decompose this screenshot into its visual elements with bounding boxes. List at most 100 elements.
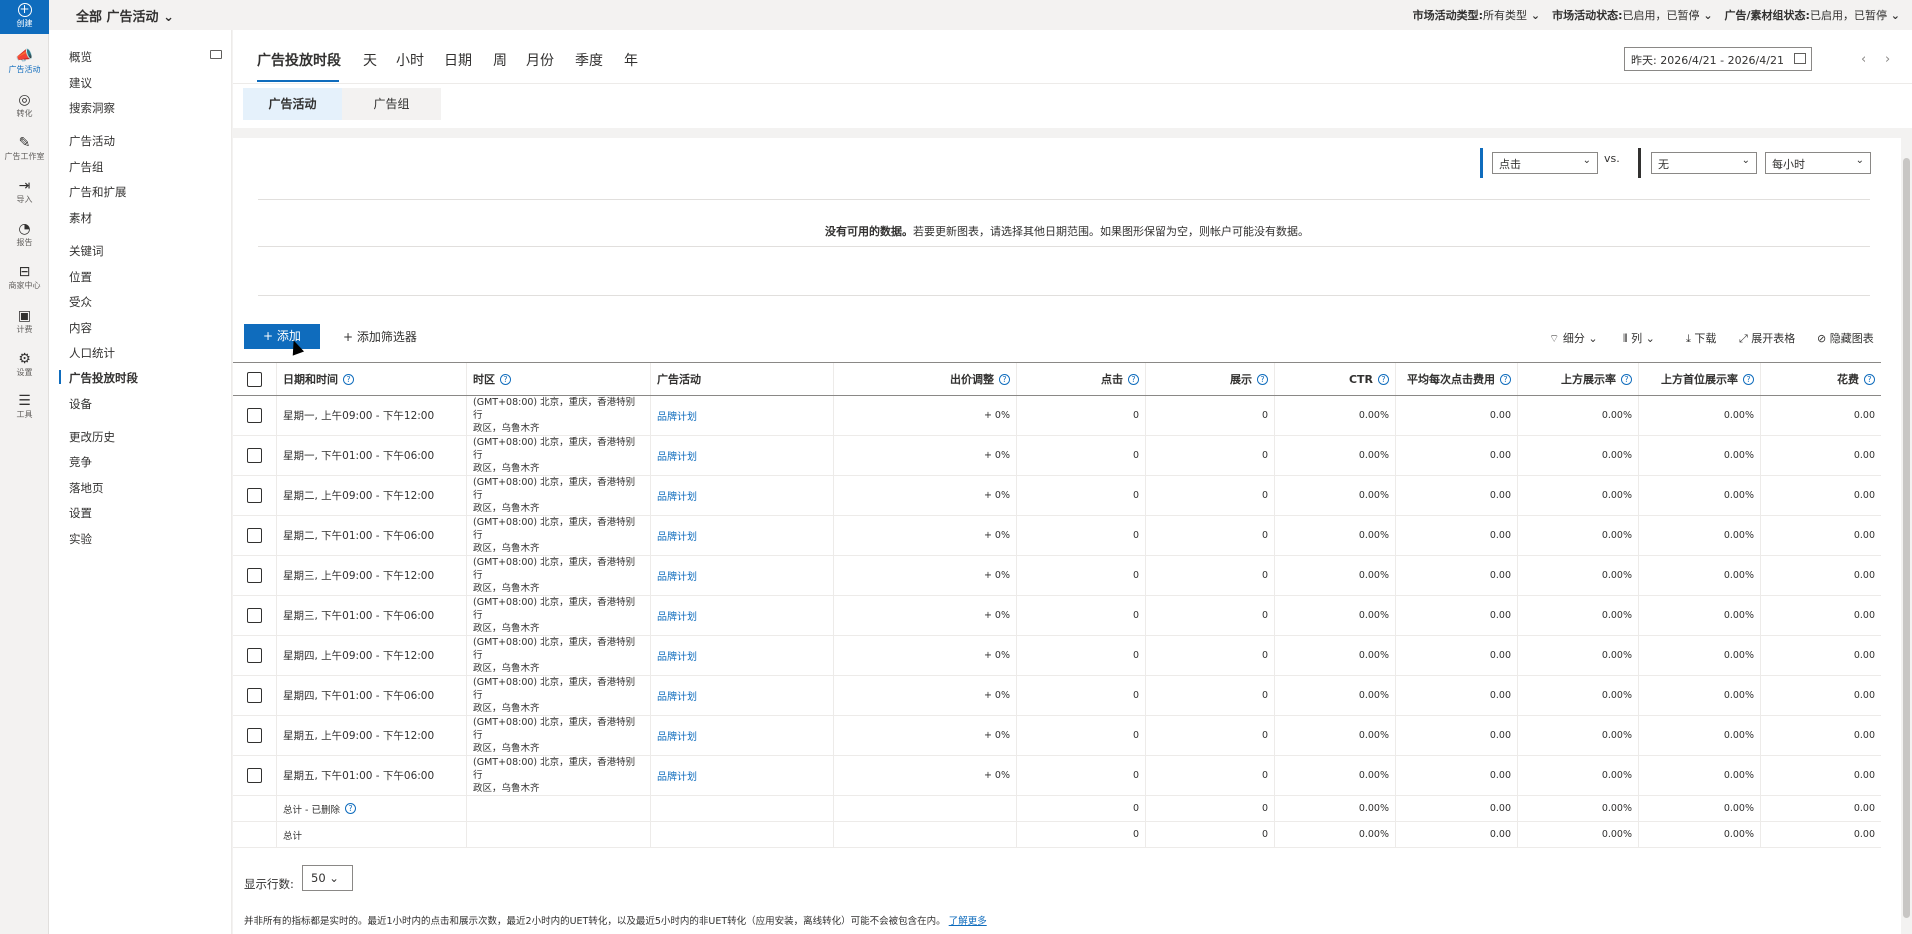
- row-checkbox[interactable]: [247, 728, 262, 743]
- row-checkbox[interactable]: [247, 688, 262, 703]
- row-checkbox[interactable]: [247, 608, 262, 623]
- campaign-link[interactable]: 品牌计划: [657, 728, 697, 743]
- row-checkbox[interactable]: [247, 768, 262, 783]
- time-tab-5[interactable]: 月份: [526, 50, 554, 70]
- table-row[interactable]: 星期五, 下午01:00 - 下午06:00 (GMT+08:00) 北京，重庆，…: [233, 756, 1881, 796]
- table-row[interactable]: 星期四, 下午01:00 - 下午06:00 (GMT+08:00) 北京，重庆，…: [233, 676, 1881, 716]
- nav-item-7[interactable]: 关键词: [69, 243, 104, 259]
- column-header-1[interactable]: 时区?: [467, 363, 651, 395]
- help-icon[interactable]: ?: [1257, 373, 1268, 385]
- column-header-8[interactable]: 上方展示率?: [1518, 363, 1639, 395]
- column-header-4[interactable]: 点击?: [1017, 363, 1146, 395]
- row-checkbox[interactable]: [247, 488, 262, 503]
- help-icon[interactable]: ?: [1864, 373, 1875, 385]
- nav-item-3[interactable]: 广告活动: [69, 133, 115, 149]
- rail-item-7[interactable]: ⚙ 设置: [0, 351, 49, 378]
- nav-item-6[interactable]: 素材: [69, 210, 92, 226]
- rail-item-1[interactable]: ◎ 转化: [0, 92, 49, 119]
- row-checkbox[interactable]: [247, 448, 262, 463]
- column-header-0[interactable]: 日期和时间?: [277, 363, 467, 395]
- nav-item-16[interactable]: 落地页: [69, 480, 104, 496]
- add-filter-button[interactable]: + 添加筛选器: [343, 328, 417, 345]
- bid-adjustment[interactable]: + 0%: [984, 610, 1010, 621]
- table-row[interactable]: 星期四, 上午09:00 - 下午12:00 (GMT+08:00) 北京，重庆，…: [233, 636, 1881, 676]
- campaign-link[interactable]: 品牌计划: [657, 448, 697, 463]
- nav-item-10[interactable]: 内容: [69, 320, 92, 336]
- columns-button[interactable]: ⫴ 列 ⌄: [1623, 330, 1655, 346]
- time-tab-3[interactable]: 日期: [444, 50, 472, 70]
- rail-item-6[interactable]: ▣ 计费: [0, 308, 49, 335]
- column-header-9[interactable]: 上方首位展示率?: [1639, 363, 1761, 395]
- nav-item-8[interactable]: 位置: [69, 269, 92, 285]
- bid-adjustment[interactable]: + 0%: [984, 730, 1010, 741]
- help-icon[interactable]: ?: [343, 373, 354, 385]
- rail-item-5[interactable]: ⊟ 商家中心: [0, 264, 49, 291]
- campaign-link[interactable]: 品牌计划: [657, 568, 697, 583]
- metric2-select[interactable]: 无 ⌄: [1651, 152, 1757, 174]
- nav-item-9[interactable]: 受众: [69, 294, 92, 310]
- row-checkbox[interactable]: [247, 528, 262, 543]
- rail-item-0[interactable]: 📣 广告活动: [0, 48, 49, 75]
- bid-adjustment[interactable]: + 0%: [984, 690, 1010, 701]
- help-icon[interactable]: ?: [344, 803, 356, 814]
- rail-item-2[interactable]: ✎ 广告工作室: [0, 135, 49, 162]
- column-header-2[interactable]: 广告活动: [651, 363, 834, 395]
- column-header-3[interactable]: 出价调整?: [834, 363, 1017, 395]
- bid-adjustment[interactable]: + 0%: [984, 770, 1010, 781]
- bid-adjustment[interactable]: + 0%: [984, 450, 1010, 461]
- rows-per-page-select[interactable]: 50 ⌄: [302, 865, 353, 891]
- help-icon[interactable]: ?: [1378, 373, 1389, 385]
- date-range-picker[interactable]: 昨天: 2026/4/21 - 2026/4/21: [1624, 47, 1812, 71]
- help-icon[interactable]: ?: [1128, 373, 1139, 385]
- bid-adjustment[interactable]: + 0%: [984, 650, 1010, 661]
- next-period-icon[interactable]: ›: [1885, 52, 1890, 67]
- table-row[interactable]: 星期三, 下午01:00 - 下午06:00 (GMT+08:00) 北京，重庆，…: [233, 596, 1881, 636]
- nav-item-13[interactable]: 设备: [69, 396, 92, 412]
- nav-item-15[interactable]: 竞争: [69, 454, 92, 470]
- rail-item-8[interactable]: ☰ 工具: [0, 393, 49, 420]
- create-button[interactable]: + 创建: [0, 0, 49, 34]
- nav-item-11[interactable]: 人口统计: [69, 345, 115, 361]
- campaign-link[interactable]: 品牌计划: [657, 528, 697, 543]
- table-row[interactable]: 星期一, 上午09:00 - 下午12:00 (GMT+08:00) 北京，重庆，…: [233, 396, 1881, 436]
- add-button[interactable]: + 添加: [244, 324, 320, 349]
- campaign-link[interactable]: 品牌计划: [657, 608, 697, 623]
- nav-item-2[interactable]: 搜索洞察: [69, 100, 115, 116]
- column-header-10[interactable]: 花费?: [1761, 363, 1881, 395]
- time-tab-6[interactable]: 季度: [575, 50, 603, 70]
- expand-table-button[interactable]: ⤢ 展开表格: [1739, 330, 1795, 346]
- campaign-link[interactable]: 品牌计划: [657, 408, 697, 423]
- help-icon[interactable]: ?: [1621, 373, 1632, 385]
- vertical-scrollbar[interactable]: [1901, 138, 1912, 934]
- campaign-status-filter[interactable]: 市场活动状态:已启用，已暂停 ⌄: [1552, 7, 1712, 23]
- nav-item-14[interactable]: 更改历史: [69, 429, 115, 445]
- collapse-nav-icon[interactable]: [210, 50, 222, 59]
- help-icon[interactable]: ?: [1743, 373, 1754, 385]
- campaign-link[interactable]: 品牌计划: [657, 688, 697, 703]
- hide-chart-button[interactable]: ⊘ 隐藏图表: [1817, 330, 1874, 346]
- row-checkbox[interactable]: [247, 408, 262, 423]
- rail-item-3[interactable]: ⇥ 导入: [0, 178, 49, 205]
- nav-item-0[interactable]: 概览: [69, 49, 92, 65]
- table-row[interactable]: 星期三, 上午09:00 - 下午12:00 (GMT+08:00) 北京，重庆，…: [233, 556, 1881, 596]
- nav-item-17[interactable]: 设置: [69, 505, 92, 521]
- table-row[interactable]: 星期五, 上午09:00 - 下午12:00 (GMT+08:00) 北京，重庆，…: [233, 716, 1881, 756]
- rail-item-4[interactable]: ◔ 报告: [0, 221, 49, 248]
- time-tab-7[interactable]: 年: [624, 50, 638, 70]
- campaign-type-filter[interactable]: 市场活动类型:所有类型 ⌄: [1413, 7, 1540, 23]
- segment-button[interactable]: ⌔ 细分 ⌄: [1549, 330, 1598, 346]
- campaign-link[interactable]: 品牌计划: [657, 768, 697, 783]
- bid-adjustment[interactable]: + 0%: [984, 530, 1010, 541]
- ad-status-filter[interactable]: 广告/素材组状态:已启用，已暂停 ⌄: [1725, 7, 1900, 23]
- nav-item-18[interactable]: 实验: [69, 531, 92, 547]
- time-tab-2[interactable]: 小时: [396, 50, 424, 70]
- column-header-5[interactable]: 展示?: [1146, 363, 1275, 395]
- time-tab-1[interactable]: 天: [363, 50, 377, 70]
- nav-item-1[interactable]: 建议: [69, 75, 92, 91]
- subtab-campaigns[interactable]: 广告活动: [243, 88, 342, 120]
- column-header-7[interactable]: 平均每次点击费用?: [1396, 363, 1518, 395]
- table-row[interactable]: 星期二, 下午01:00 - 下午06:00 (GMT+08:00) 北京，重庆，…: [233, 516, 1881, 556]
- metric1-select[interactable]: 点击 ⌄: [1492, 152, 1598, 174]
- nav-item-5[interactable]: 广告和扩展: [69, 184, 127, 200]
- bid-adjustment[interactable]: + 0%: [984, 570, 1010, 581]
